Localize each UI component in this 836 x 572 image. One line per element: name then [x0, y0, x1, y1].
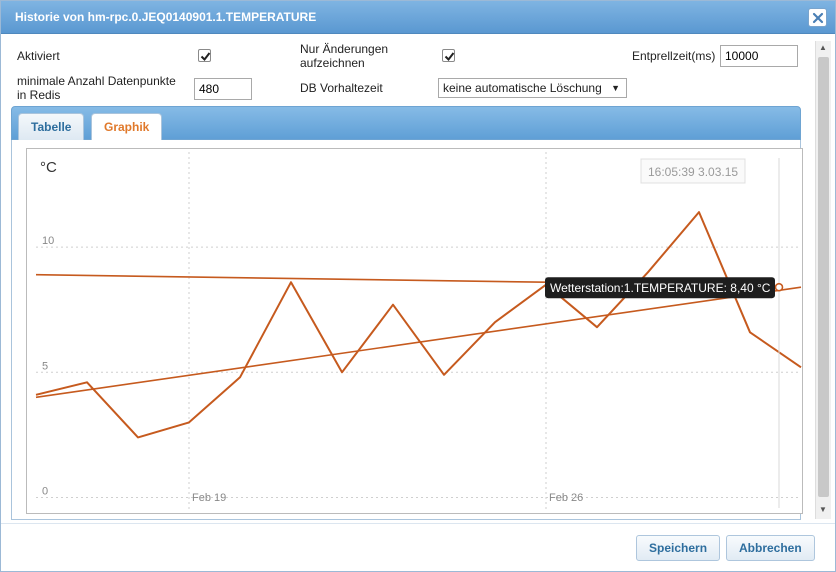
tooltip-text: Wetterstation:1.TEMPERATURE: 8,40 °C — [550, 281, 771, 295]
dialog-titlebar[interactable]: Historie von hm-rpc.0.JEQ0140901.1.TEMPE… — [1, 1, 835, 34]
changes-only-label-line2: aufzeichnen — [300, 56, 365, 70]
changes-only-checkbox[interactable] — [442, 49, 455, 62]
scroll-up-icon[interactable]: ▲ — [819, 43, 827, 52]
tab-tabelle[interactable]: Tabelle — [18, 113, 85, 141]
footer-divider — [1, 523, 835, 524]
tab-graphik[interactable]: Graphik — [91, 113, 163, 141]
retention-label: DB Vorhaltezeit — [300, 81, 383, 95]
enabled-label: Aktiviert — [17, 49, 60, 63]
dropdown-arrow-icon: ▼ — [611, 83, 620, 93]
scrollbar-thumb[interactable] — [818, 57, 829, 497]
y-axis-unit-label: °C — [40, 159, 57, 176]
close-button[interactable] — [808, 8, 827, 27]
checkmark-icon — [200, 52, 211, 62]
y-tick-label: 10 — [42, 235, 54, 247]
x-tick-label: Feb 19 — [192, 492, 226, 504]
hover-point[interactable] — [774, 282, 784, 292]
checkmark-icon — [444, 52, 455, 62]
chart-frame — [26, 148, 803, 514]
debounce-input[interactable] — [720, 45, 798, 67]
retention-select[interactable]: keine automatische Löschung ▼ — [438, 78, 627, 98]
min-points-input[interactable] — [194, 78, 252, 100]
temperature-chart[interactable]: 0 5 10 Feb 19 Feb 26 16:05:39 3.03.15 Wetterst… — [26, 148, 803, 514]
y-tick-label: 0 — [42, 485, 48, 497]
changes-only-label-line1: Nur Änderungen — [300, 42, 389, 56]
hover-time-label: 16:05:39 3.03.15 — [648, 165, 738, 179]
y-tick-label: 5 — [42, 360, 48, 372]
min-points-label-line1: minimale Anzahl Datenpunkte — [17, 74, 176, 88]
scroll-down-icon[interactable]: ▼ — [819, 505, 827, 514]
x-tick-label: Feb 26 — [549, 492, 583, 504]
debounce-label: Entprellzeit(ms) — [632, 49, 716, 63]
dialog-title: Historie von hm-rpc.0.JEQ0140901.1.TEMPE… — [15, 10, 317, 24]
close-icon — [812, 12, 824, 24]
history-dialog: Historie von hm-rpc.0.JEQ0140901.1.TEMPE… — [0, 0, 836, 572]
enabled-checkbox[interactable] — [198, 49, 211, 62]
min-points-label-line2: in Redis — [17, 88, 61, 102]
tab-bar: Tabelle Graphik — [11, 106, 801, 141]
save-button[interactable]: Speichern — [636, 535, 721, 561]
vertical-scrollbar[interactable]: ▲ ▼ — [815, 41, 831, 519]
retention-select-value: keine automatische Löschung — [443, 81, 602, 95]
cancel-button[interactable]: Abbrechen — [726, 535, 815, 561]
